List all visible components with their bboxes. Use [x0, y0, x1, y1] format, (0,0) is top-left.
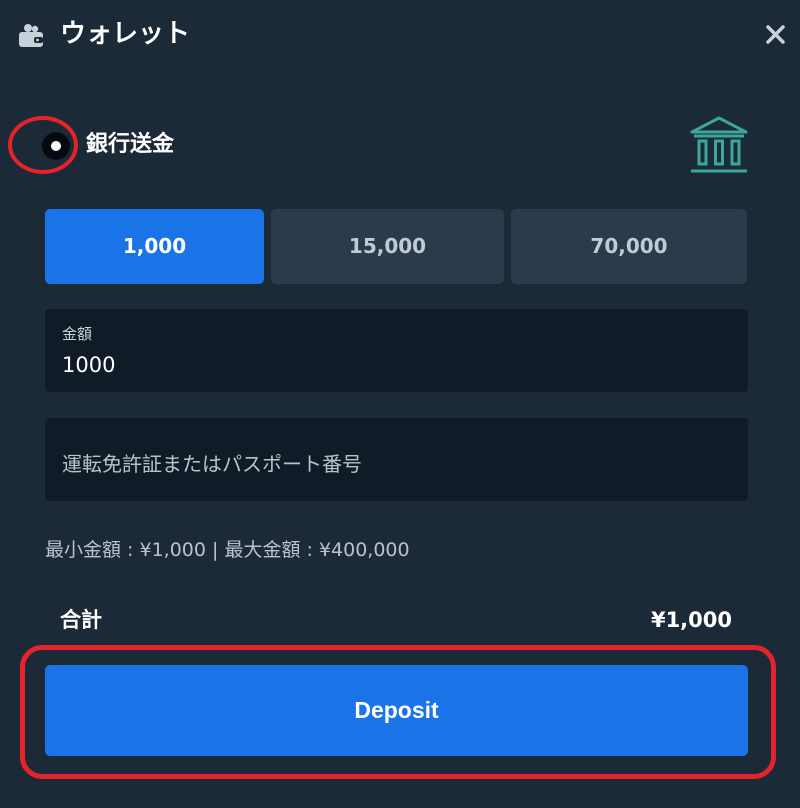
- limits-separator: |: [212, 539, 219, 561]
- amount-field-label: 金額: [62, 325, 93, 343]
- payment-method-option[interactable]: 銀行送金: [0, 100, 800, 190]
- payment-method-label: 銀行送金: [86, 132, 175, 157]
- id-number-placeholder: 運転免許証またはパスポート番号: [62, 452, 362, 476]
- bank-icon: [688, 114, 750, 176]
- deposit-limits: 最小金額 : ¥1,000 | 最大金額 : ¥400,000: [45, 536, 410, 564]
- total-value: ¥1,000: [650, 608, 732, 632]
- amount-field-value[interactable]: 1000: [62, 353, 115, 377]
- close-button[interactable]: [760, 18, 792, 50]
- wallet-icon: [18, 22, 44, 48]
- total-label: 合計: [60, 608, 102, 632]
- page-title: ウォレット: [60, 19, 191, 49]
- amount-preset-70000[interactable]: 70,000: [511, 209, 747, 284]
- deposit-button[interactable]: Deposit: [45, 665, 748, 756]
- payment-method-radio[interactable]: [42, 132, 70, 160]
- radio-selected-dot: [51, 141, 61, 151]
- header: ウォレット: [0, 0, 800, 70]
- id-number-field[interactable]: 運転免許証またはパスポート番号: [45, 418, 748, 501]
- close-icon: [760, 25, 792, 54]
- min-amount-text: 最小金額 : ¥1,000: [45, 539, 206, 561]
- amount-preset-15000[interactable]: 15,000: [271, 209, 504, 284]
- amount-preset-1000[interactable]: 1,000: [45, 209, 264, 284]
- max-amount-text: 最大金額 : ¥400,000: [224, 539, 410, 561]
- amount-field[interactable]: 金額 1000: [45, 309, 748, 392]
